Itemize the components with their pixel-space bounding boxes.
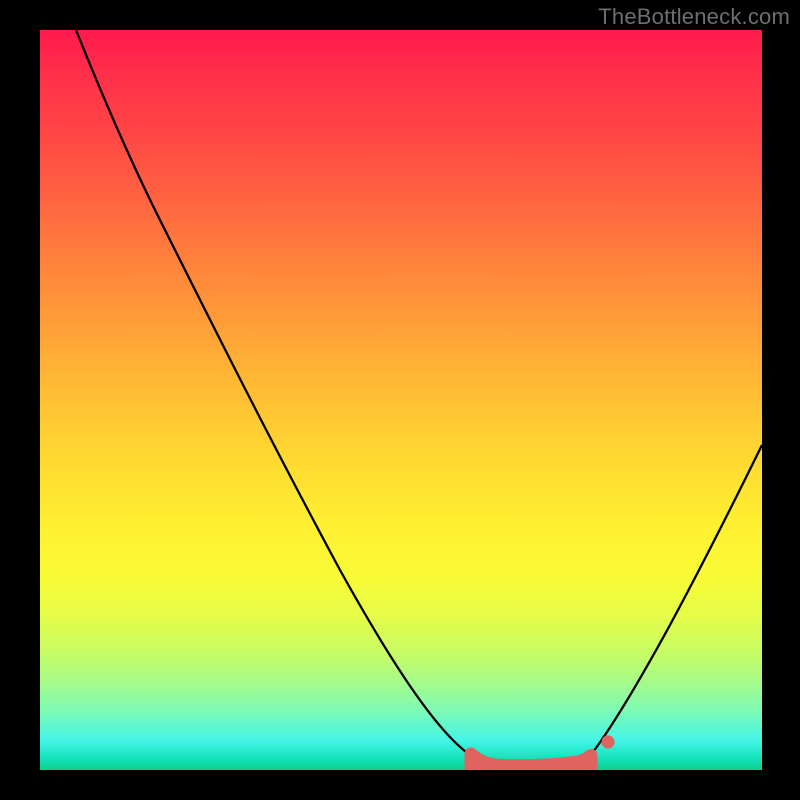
- highlight-band: [471, 754, 591, 770]
- highlight-dot: [601, 735, 614, 748]
- plot-area: [40, 30, 762, 770]
- watermark-text: TheBottleneck.com: [598, 4, 790, 30]
- chart-frame: TheBottleneck.com: [0, 0, 800, 800]
- bottleneck-curve: [76, 30, 762, 767]
- chart-svg: [40, 30, 762, 770]
